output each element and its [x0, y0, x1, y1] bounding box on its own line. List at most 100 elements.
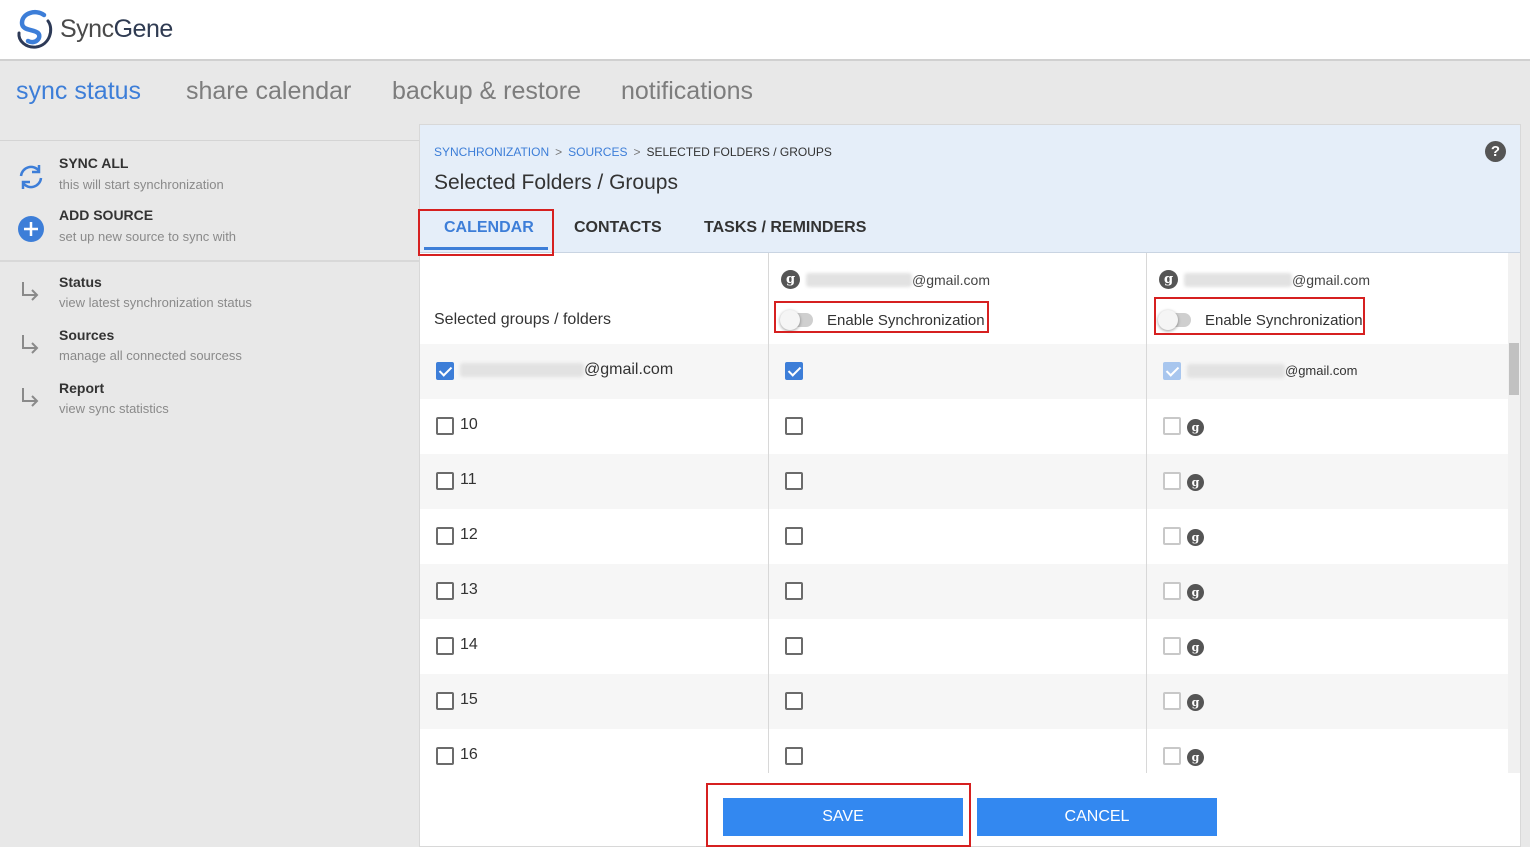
nav-backup-restore[interactable]: backup & restore — [392, 77, 581, 106]
account2-checkbox — [1163, 527, 1181, 545]
group-checkbox[interactable] — [436, 527, 454, 545]
table-row: @gmail.com @gmail.com — [420, 344, 1508, 399]
plus-circle-icon — [18, 216, 44, 242]
sidebar-divider — [0, 260, 419, 262]
sidebar-item-description: manage all connected sourcess — [59, 348, 242, 363]
nav-share-calendar[interactable]: share calendar — [186, 77, 351, 106]
panel-header: SYNCHRONIZATION > SOURCES > SELECTED FOLDERS… — [420, 125, 1520, 253]
table-row: 15 g — [420, 674, 1508, 729]
sidebar-item-label: Report — [59, 380, 105, 396]
account2-checkbox — [1163, 692, 1181, 710]
enable-sync-toggle-1[interactable]: Enable Synchronization — [779, 305, 985, 335]
sync-all-title: SYNC ALL — [59, 155, 129, 171]
breadcrumb-sources[interactable]: SOURCES — [568, 145, 627, 159]
sidebar-item-status[interactable]: Status view latest synchronization statu… — [0, 274, 419, 320]
help-icon[interactable]: ? — [1485, 141, 1506, 162]
table-row: 12 g — [420, 509, 1508, 564]
group-checkbox[interactable] — [436, 472, 454, 490]
row-label: 11 — [460, 471, 477, 488]
sidebar-item-description: view latest synchronization status — [59, 295, 252, 310]
row-label: 16 — [460, 746, 478, 763]
account-header-2: g @gmail.com — [1159, 270, 1370, 289]
row-label: 14 — [460, 636, 478, 653]
account1-checkbox[interactable] — [785, 472, 803, 490]
table-row: 16 g — [420, 729, 1508, 773]
syncgene-logo-icon — [17, 10, 53, 49]
sidebar-item-report[interactable]: Report view sync statistics — [0, 380, 419, 426]
grid-scrollbar[interactable] — [1508, 253, 1520, 773]
column-divider — [768, 253, 769, 773]
google-icon: g — [781, 270, 800, 289]
table-row: 10 g — [420, 399, 1508, 454]
group-checkbox[interactable] — [436, 747, 454, 765]
account1-checkbox[interactable] — [785, 747, 803, 765]
sidebar-item-sources[interactable]: Sources manage all connected sourcess — [0, 327, 419, 373]
account2-checkbox — [1163, 472, 1181, 490]
save-button[interactable]: SAVE — [723, 798, 963, 836]
account1-checkbox[interactable] — [785, 527, 803, 545]
account1-checkbox[interactable] — [785, 582, 803, 600]
syncgene-logo[interactable]: SyncGene — [14, 8, 173, 50]
groups-column-label: Selected groups / folders — [434, 311, 611, 328]
account-email-suffix: @gmail.com — [1292, 271, 1371, 288]
row-email-suffix: @gmail.com — [584, 361, 674, 378]
group-checkbox[interactable] — [436, 582, 454, 600]
tab-calendar[interactable]: CALENDAR — [444, 219, 534, 237]
row-account2-label: @gmail.com — [1187, 363, 1357, 378]
redacted-email — [1184, 272, 1292, 287]
selected-folders-panel: SYNCHRONIZATION > SOURCES > SELECTED FOLDERS… — [419, 124, 1521, 847]
redacted-email — [460, 363, 584, 377]
row-account-label: @gmail.com — [460, 361, 673, 379]
account1-checkbox[interactable] — [785, 417, 803, 435]
refresh-icon — [19, 165, 43, 189]
redacted-email — [806, 272, 912, 287]
breadcrumb-separator: > — [555, 145, 563, 159]
sidebar-item-label: Sources — [59, 327, 115, 343]
account-header-1: g @gmail.com — [781, 270, 990, 289]
google-icon: g — [1187, 529, 1204, 546]
toggle-switch[interactable] — [1158, 310, 1191, 330]
app-name: SyncGene — [60, 14, 173, 43]
account2-checkbox — [1163, 362, 1181, 380]
toggle-switch[interactable] — [780, 310, 813, 330]
sidebar: SYNC ALL this will start synchronization… — [0, 140, 419, 847]
row-email-suffix: @gmail.com — [1285, 363, 1358, 378]
group-checkbox[interactable] — [436, 692, 454, 710]
nav-notifications[interactable]: notifications — [621, 77, 753, 106]
row-label: 15 — [460, 691, 478, 708]
nav-sync-status[interactable]: sync status — [16, 77, 141, 106]
row-label: 13 — [460, 581, 478, 598]
tab-tasks-reminders[interactable]: TASKS / REMINDERS — [704, 219, 866, 237]
add-source-action[interactable]: ADD SOURCE set up new source to sync wit… — [0, 207, 419, 257]
add-source-title: ADD SOURCE — [59, 207, 154, 223]
arrow-turn-right-icon — [22, 388, 39, 407]
enable-sync-toggle-2[interactable]: Enable Synchronization — [1157, 305, 1363, 335]
toggle-label: Enable Synchronization — [827, 311, 985, 329]
google-icon: g — [1159, 270, 1178, 289]
account1-checkbox[interactable] — [785, 692, 803, 710]
account2-checkbox — [1163, 417, 1181, 435]
toggle-label: Enable Synchronization — [1205, 311, 1363, 329]
cancel-button[interactable]: CANCEL — [977, 798, 1217, 836]
sync-all-action[interactable]: SYNC ALL this will start synchronization — [0, 155, 419, 205]
column-divider — [1146, 253, 1147, 773]
top-navigation: sync status share calendar backup & rest… — [0, 62, 1530, 124]
sidebar-item-label: Status — [59, 274, 102, 290]
table-row: 11 g — [420, 454, 1508, 509]
group-checkbox[interactable] — [436, 637, 454, 655]
group-checkbox[interactable] — [436, 362, 454, 380]
tab-contacts[interactable]: CONTACTS — [574, 219, 662, 237]
account2-checkbox — [1163, 747, 1181, 765]
breadcrumb-synchronization[interactable]: SYNCHRONIZATION — [434, 145, 549, 159]
google-icon: g — [1187, 749, 1204, 766]
account-email-suffix: @gmail.com — [912, 271, 991, 288]
group-checkbox[interactable] — [436, 417, 454, 435]
page-title: Selected Folders / Groups — [434, 171, 678, 194]
account1-checkbox[interactable] — [785, 637, 803, 655]
google-icon: g — [1187, 419, 1204, 436]
google-icon: g — [1187, 639, 1204, 656]
scrollbar-thumb[interactable] — [1509, 343, 1519, 395]
app-header: SyncGene — [0, 0, 1530, 61]
row-label: 10 — [460, 416, 478, 433]
account1-checkbox[interactable] — [785, 362, 803, 380]
